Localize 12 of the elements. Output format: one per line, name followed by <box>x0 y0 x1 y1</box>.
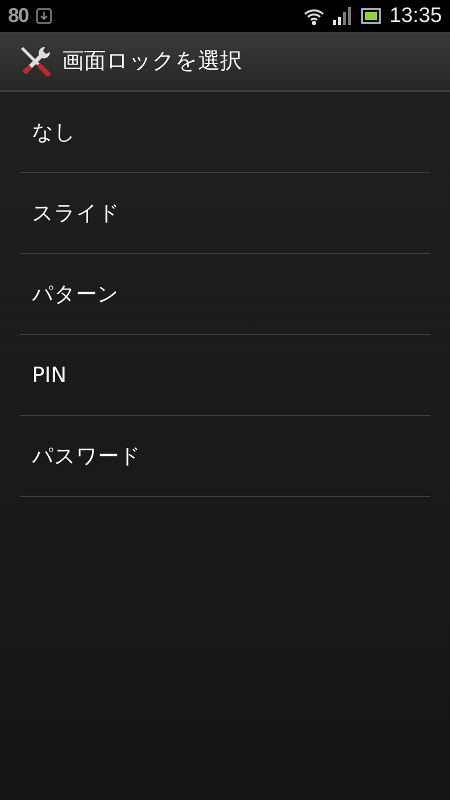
lock-option[interactable]: パスワード <box>20 416 430 497</box>
clock: 13:35 <box>389 4 442 28</box>
download-icon <box>36 8 52 24</box>
lock-option[interactable]: スライド <box>20 173 430 254</box>
battery-icon <box>361 8 382 24</box>
screen-title: 画面ロックを選択 <box>62 48 242 76</box>
signal-icon <box>333 7 354 25</box>
notification-count: 80 <box>8 4 28 28</box>
lock-option[interactable]: PIN <box>20 335 430 416</box>
lock-option[interactable]: パターン <box>20 254 430 335</box>
tools-icon <box>18 44 52 78</box>
lock-option[interactable]: なし <box>20 92 430 173</box>
